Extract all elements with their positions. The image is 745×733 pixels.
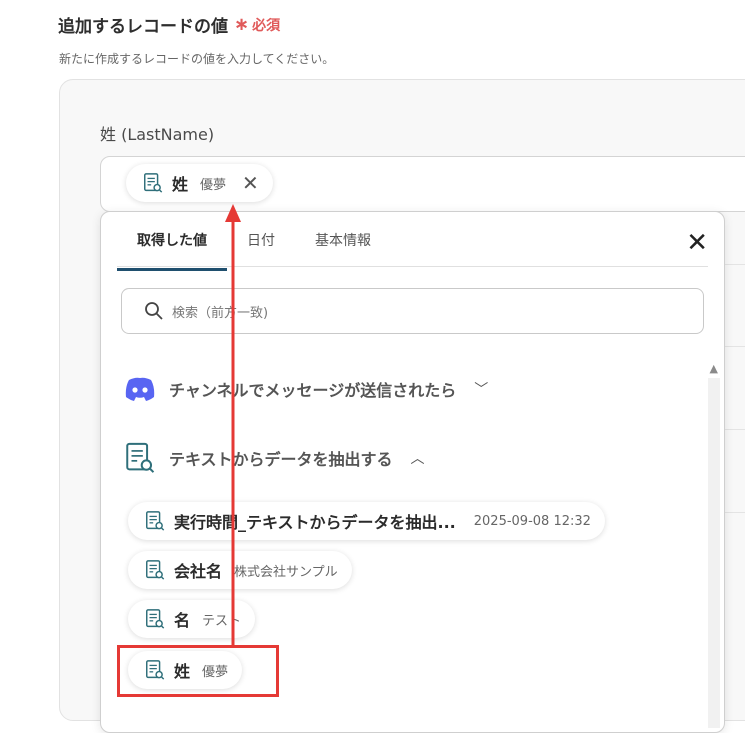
item-name: 実行時間_テキストからデータを抽出...	[174, 513, 456, 532]
document-search-icon	[146, 511, 165, 531]
list-item[interactable]: 名 テスト	[128, 600, 256, 638]
field-divider	[722, 429, 745, 430]
chevron-up-icon: ︿	[410, 451, 425, 467]
section-title-text: 追加するレコードの値	[58, 17, 228, 37]
close-icon[interactable]: ✕	[686, 230, 708, 256]
group-discord-trigger[interactable]: チャンネルでメッセージが送信されたら ﹀	[123, 376, 488, 402]
section-title: 追加するレコードの値 ∗ 必須	[58, 12, 280, 37]
document-search-icon	[126, 442, 155, 473]
picker-tabs: 取得した値 日付 基本情報	[117, 230, 391, 271]
search-placeholder: 検索（前方一致)	[172, 305, 269, 321]
item-value: テスト	[202, 613, 242, 629]
highlight-box	[117, 645, 279, 697]
scroll-up-icon[interactable]: ▲	[710, 362, 718, 375]
tab-date[interactable]: 日付	[227, 230, 295, 271]
field-divider	[722, 346, 745, 347]
item-name: 名	[174, 611, 191, 630]
remove-chip-icon[interactable]: ✕	[242, 171, 259, 195]
tab-divider	[117, 266, 708, 267]
group-extract-text[interactable]: テキストからデータを抽出する ︿	[123, 440, 425, 476]
document-search-icon	[146, 609, 165, 629]
field-divider	[722, 512, 745, 513]
document-search-icon	[146, 560, 165, 580]
tab-acquired-values[interactable]: 取得した値	[117, 230, 227, 271]
list-item[interactable]: 会社名 株式会社サンプル	[128, 551, 352, 589]
item-value: 2025-09-08 12:32	[473, 513, 591, 529]
search-input[interactable]: 検索（前方一致)	[121, 288, 704, 334]
list-item[interactable]: 実行時間_テキストからデータを抽出... 2025-09-08 12:32	[128, 502, 605, 540]
field-label: 姓 (LastName)	[100, 125, 215, 144]
section-description: 新たに作成するレコードの値を入力してください。	[59, 52, 335, 66]
tab-basic-info[interactable]: 基本情報	[295, 230, 391, 271]
required-asterisk-icon: ∗	[234, 13, 250, 35]
scrollbar[interactable]	[708, 378, 720, 728]
chip-value: 優夢	[200, 177, 227, 193]
item-name: 会社名	[174, 562, 223, 581]
field-divider	[722, 264, 745, 265]
search-icon	[145, 302, 163, 320]
document-search-icon	[144, 173, 163, 193]
required-label: 必須	[252, 17, 281, 34]
item-value: 株式会社サンプル	[234, 564, 338, 580]
group-label: チャンネルでメッセージが送信されたら	[169, 381, 457, 400]
discord-icon	[125, 377, 155, 401]
group-label: テキストからデータを抽出する	[169, 450, 393, 469]
required-badge: ∗ 必須	[234, 15, 280, 35]
chip-name: 姓	[172, 175, 189, 194]
chevron-down-icon: ﹀	[474, 382, 489, 398]
selected-value-chip[interactable]: 姓 優夢 ✕	[126, 164, 273, 202]
